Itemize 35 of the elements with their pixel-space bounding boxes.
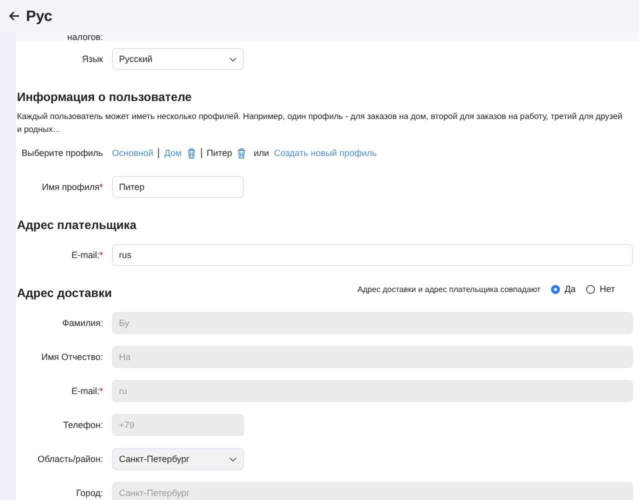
- profile-link[interactable]: Основной: [112, 148, 154, 158]
- profile-link[interactable]: Дом: [164, 148, 182, 158]
- same-address-label: Адрес доставки и адрес плательщика совпадают: [357, 284, 541, 294]
- field-label: Язык: [80, 54, 104, 64]
- field-label: E-mail:*: [70, 250, 104, 260]
- back-arrow-icon[interactable]: [9, 11, 20, 21]
- radio-option[interactable]: Да: [550, 284, 576, 294]
- create-profile-link[interactable]: Создать новый профиль: [274, 148, 377, 158]
- trash-icon[interactable]: [186, 148, 196, 158]
- field-label: Город:: [75, 488, 104, 498]
- field-label: Область/район:: [36, 454, 104, 464]
- chevron-down-icon: [229, 56, 237, 62]
- field-label: налогов:: [66, 32, 104, 42]
- radio-option[interactable]: Нет: [586, 284, 615, 294]
- section-heading: Адрес доставки: [16, 285, 112, 302]
- page-title: Рус: [26, 8, 52, 24]
- region-dropdown[interactable]: Санкт-Петербург: [112, 448, 244, 470]
- field-label: Имя Отчество:: [40, 352, 104, 362]
- chevron-down-icon: [229, 456, 237, 462]
- or-text: или: [252, 148, 270, 158]
- field-label: Выберите профиль: [20, 148, 104, 158]
- radio-icon[interactable]: [550, 284, 560, 294]
- field-label: E-mail:*: [70, 386, 104, 396]
- section-heading: Информация о пользователе: [16, 89, 193, 106]
- trash-icon[interactable]: [237, 148, 246, 158]
- input-field[interactable]: Питер: [112, 176, 244, 198]
- radio-icon[interactable]: [586, 284, 595, 294]
- section-heading: Адрес плательщика: [16, 217, 138, 234]
- field-label: Имя профиля*: [41, 182, 104, 192]
- description-text: Каждый пользователь может иметь несколько профилей. Например, один профиль - для заказов на дом, второй для заказов на работу, третий для друзей и родных...: [16, 110, 624, 136]
- field-label: Телефон:: [62, 420, 104, 430]
- profile-link[interactable]: Питер: [206, 148, 232, 158]
- input-field[interactable]: rus: [112, 244, 633, 266]
- field-label: Фамилия:: [61, 318, 104, 328]
- language-dropdown[interactable]: Русский: [112, 48, 244, 70]
